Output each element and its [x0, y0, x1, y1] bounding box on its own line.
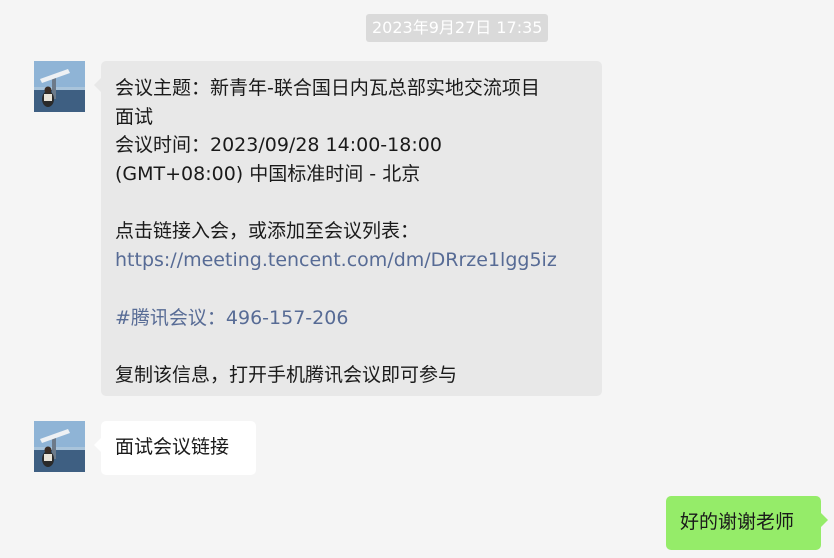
- copy-instruction-line: 复制该信息，打开手机腾讯会议即可参与: [115, 363, 458, 386]
- message-timestamp: 2023年9月27日 17:35: [366, 14, 549, 42]
- contact-avatar[interactable]: [34, 421, 85, 472]
- message-bubble-reply[interactable]: 好的谢谢老师: [666, 496, 828, 550]
- message-text: 面试会议链接: [115, 436, 230, 458]
- meeting-timezone-line: (GMT+08:00) 中国标准时间 - 北京: [115, 163, 421, 186]
- contact-avatar[interactable]: [34, 61, 85, 112]
- meeting-time-line: 会议时间：2023/09/28 14:00-18:00: [115, 134, 442, 157]
- meeting-topic-line-continued: 面试: [115, 105, 154, 128]
- meeting-link[interactable]: https://meeting.tencent.com/dm/DRrze1lgg…: [115, 246, 588, 275]
- message-bubble-interview-link[interactable]: 面试会议链接: [94, 421, 256, 475]
- meeting-id-link[interactable]: #腾讯会议：496-157-206: [115, 304, 588, 333]
- meeting-topic-line: 会议主题：新青年-联合国日内瓦总部实地交流项目: [115, 77, 540, 99]
- message-text: 好的谢谢老师: [680, 511, 795, 533]
- join-instruction-line: 点击链接入会，或添加至会议列表：: [115, 220, 420, 243]
- message-bubble-meeting-invite[interactable]: 会议主题：新青年-联合国日内瓦总部实地交流项目 面试 会议时间：2023/09/…: [94, 61, 602, 396]
